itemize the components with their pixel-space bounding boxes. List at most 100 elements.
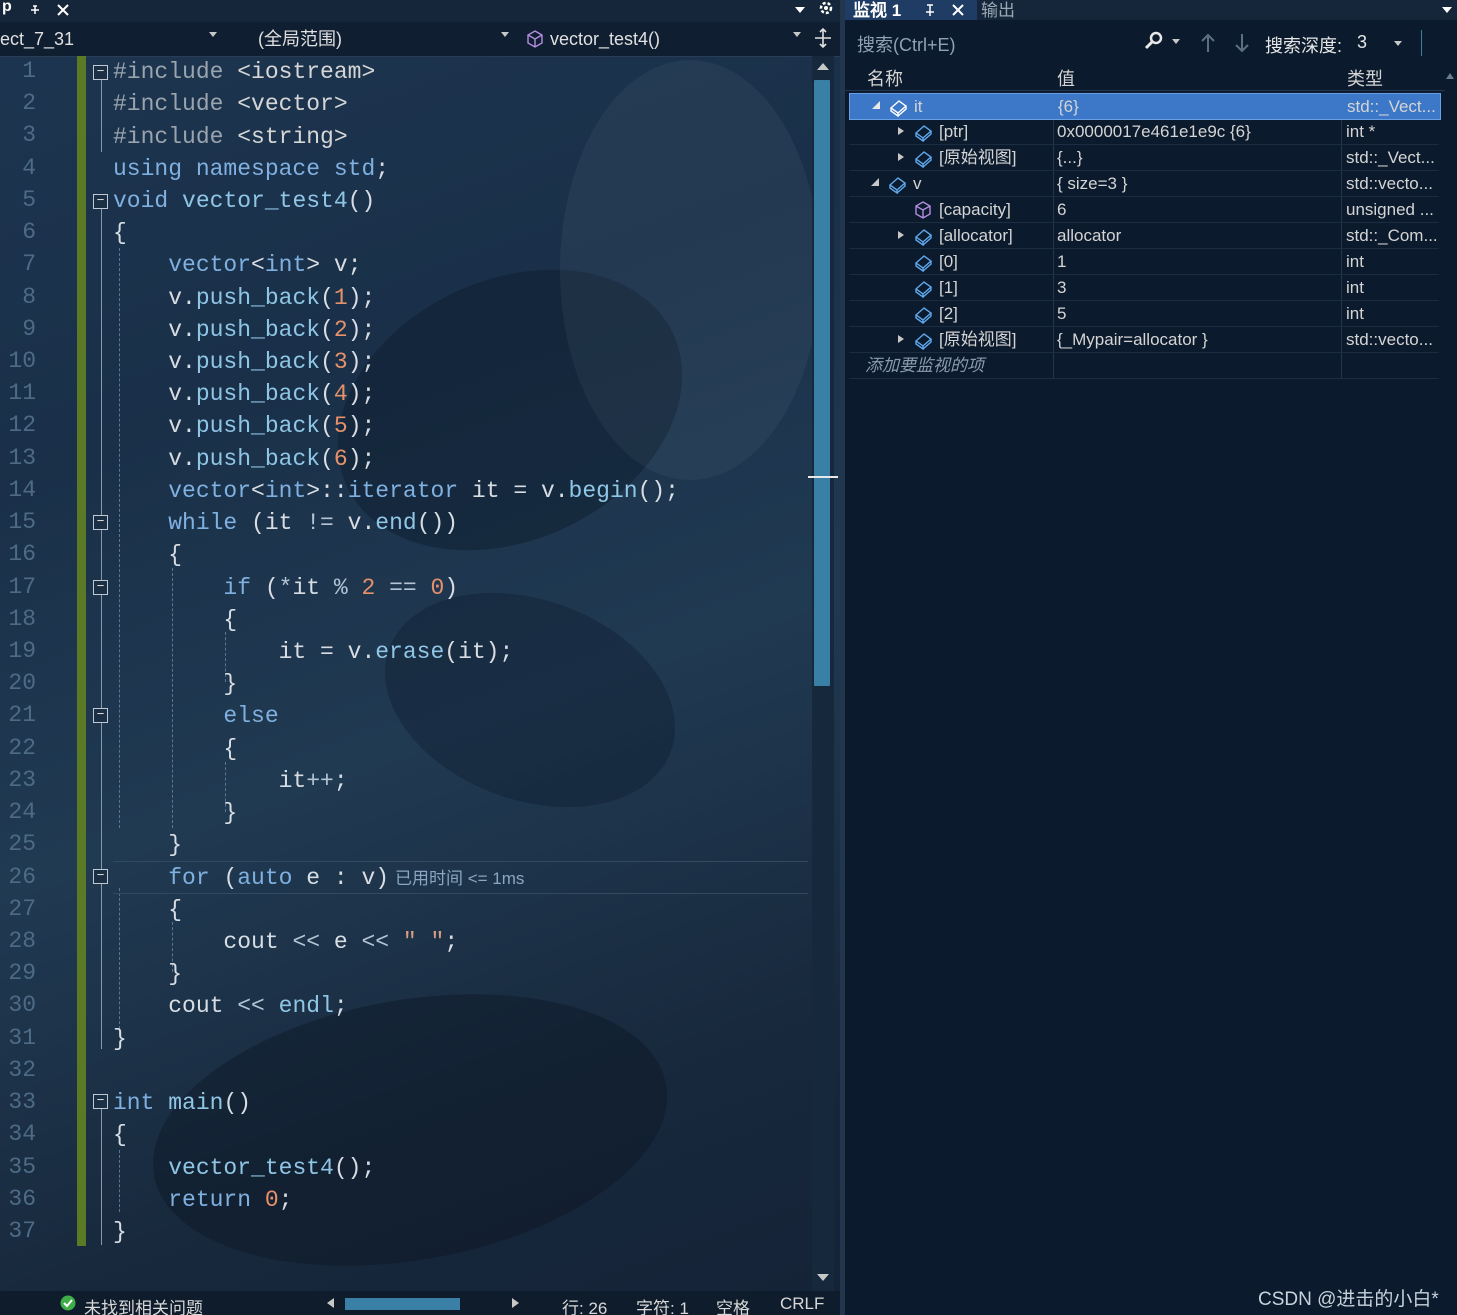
horizontal-scroll-thumb[interactable]: [345, 1298, 460, 1310]
line-number: 29: [8, 960, 36, 986]
function-dropdown[interactable]: vector_test4(): [550, 26, 660, 52]
column-type[interactable]: 类型: [1347, 65, 1383, 91]
char-indicator[interactable]: 字符: 1: [636, 1294, 689, 1315]
watch-row[interactable]: [ptr] 0x0000017e461e1e9c {6} int *: [849, 119, 1439, 145]
add-watch-row[interactable]: 添加要监视的项: [849, 353, 1439, 379]
tab-watch-1[interactable]: 监视 1: [845, 0, 977, 20]
watch-value[interactable]: 0x0000017e461e1e9c {6}: [1057, 119, 1251, 144]
watch-value[interactable]: { size=3 }: [1057, 171, 1127, 196]
vertical-scrollbar[interactable]: [808, 56, 838, 1291]
variable-icon: [888, 177, 907, 194]
column-value[interactable]: 值: [1057, 65, 1075, 91]
watch-row[interactable]: [原始视图] {...} std::_Vect...: [849, 145, 1439, 171]
collapse-icon[interactable]: −: [93, 65, 108, 80]
pin-icon[interactable]: [923, 3, 937, 17]
line-number: 26: [8, 864, 36, 890]
line-number: 13: [8, 445, 36, 471]
search-input[interactable]: 搜索(Ctrl+E): [857, 31, 956, 57]
collapsed-arrow-icon[interactable]: [897, 334, 905, 344]
scroll-down-icon[interactable]: [816, 1272, 830, 1282]
scroll-left-icon[interactable]: [326, 1297, 336, 1309]
watch-row[interactable]: [2] 5 int: [849, 301, 1439, 327]
watch-row[interactable]: v { size=3 } std::vecto...: [849, 171, 1439, 197]
collapsed-arrow-icon[interactable]: [897, 230, 905, 240]
search-depth-select[interactable]: 3: [1351, 29, 1411, 57]
add-watch-placeholder[interactable]: 添加要监视的项: [865, 353, 984, 378]
scroll-up-icon[interactable]: [816, 62, 830, 72]
watch-value[interactable]: 3: [1057, 275, 1066, 300]
expanded-arrow-icon[interactable]: [871, 100, 881, 110]
watch-row[interactable]: [capacity] 6 unsigned ...: [849, 197, 1439, 223]
chevron-down-icon[interactable]: [500, 30, 510, 38]
editor-tab-bar: p: [0, 0, 840, 22]
line-number: 23: [8, 767, 36, 793]
project-dropdown[interactable]: ect_7_31: [0, 26, 74, 52]
chevron-down-icon[interactable]: [1171, 38, 1181, 46]
collapse-icon[interactable]: −: [93, 580, 108, 595]
collapse-icon[interactable]: −: [93, 1094, 108, 1109]
line-number: 18: [8, 606, 36, 632]
scope-dropdown[interactable]: (全局范围): [258, 26, 342, 52]
code-line: it = v.erase(it);: [113, 639, 514, 665]
pin-icon[interactable]: [28, 3, 42, 17]
issues-status[interactable]: 未找到相关问题: [84, 1294, 203, 1315]
line-number: 20: [8, 670, 36, 696]
perf-tip[interactable]: 已用时间 <= 1ms: [395, 864, 524, 889]
chevron-down-icon[interactable]: [794, 5, 806, 15]
watch-value[interactable]: 5: [1057, 301, 1066, 326]
collapsed-arrow-icon[interactable]: [897, 152, 905, 162]
variable-icon: [914, 333, 933, 350]
code-line: while (it != v.end()): [168, 510, 459, 536]
search-depth-value: 3: [1357, 32, 1368, 52]
split-icon[interactable]: [814, 28, 832, 48]
watch-row[interactable]: [allocator] allocator std::_Com...: [849, 223, 1439, 249]
code-editor[interactable]: p ect_7_31 (全局范围) vector_test4() 1 2 3 4…: [0, 0, 840, 1315]
scroll-thumb[interactable]: [814, 80, 830, 686]
close-icon[interactable]: [951, 3, 965, 17]
line-number: 15: [8, 509, 36, 535]
code-line: v.push_back(5);: [113, 413, 376, 439]
chevron-down-icon[interactable]: [1441, 5, 1453, 15]
code-line: {: [113, 736, 238, 762]
watch-value[interactable]: {_Mypair=allocator }: [1057, 327, 1208, 352]
scroll-right-icon[interactable]: [510, 1297, 520, 1309]
collapse-icon[interactable]: −: [93, 515, 108, 530]
watch-row[interactable]: [0] 1 int: [849, 249, 1439, 275]
code-line: }: [113, 671, 238, 697]
watch-row[interactable]: [原始视图] {_Mypair=allocator } std::vecto..…: [849, 327, 1439, 353]
line-number: 28: [8, 928, 36, 954]
tab-output[interactable]: 输出: [981, 0, 1015, 21]
navigation-bar: ect_7_31 (全局范围) vector_test4(): [0, 22, 840, 57]
watch-value[interactable]: 1: [1057, 249, 1066, 274]
collapsed-arrow-icon[interactable]: [897, 126, 905, 136]
collapse-icon[interactable]: −: [93, 194, 108, 209]
watch-value[interactable]: 6: [1057, 197, 1066, 222]
watch-row[interactable]: it {6} std::_Vect...: [849, 93, 1441, 120]
gear-icon[interactable]: [818, 0, 834, 16]
watch-name: [1]: [939, 278, 958, 297]
arrow-down-icon[interactable]: [1233, 32, 1251, 54]
eol-indicator[interactable]: CRLF: [780, 1294, 824, 1314]
line-number: 3: [22, 122, 36, 148]
watch-value[interactable]: allocator: [1057, 223, 1121, 248]
search-icon[interactable]: [1143, 30, 1165, 52]
code-line: #include <iostream>: [113, 59, 376, 85]
line-indicator[interactable]: 行: 26: [562, 1294, 607, 1315]
watch-row[interactable]: [1] 3 int: [849, 275, 1439, 301]
column-name[interactable]: 名称: [867, 65, 903, 91]
editor-tab-label[interactable]: p: [2, 0, 12, 16]
watch-type: std::vecto...: [1346, 174, 1433, 193]
chevron-down-icon[interactable]: [208, 30, 218, 38]
expanded-arrow-icon[interactable]: [870, 177, 880, 187]
collapse-icon[interactable]: −: [93, 708, 108, 723]
whitespace-indicator[interactable]: 空格: [716, 1294, 750, 1315]
line-number: 21: [8, 702, 36, 728]
close-icon[interactable]: [56, 3, 70, 17]
watch-value[interactable]: {...}: [1057, 145, 1083, 170]
arrow-up-icon[interactable]: [1199, 32, 1217, 54]
collapse-icon[interactable]: −: [93, 869, 108, 884]
watch-type: int: [1346, 252, 1364, 271]
chevron-down-icon[interactable]: [792, 30, 802, 38]
code-line: }: [113, 1219, 127, 1245]
watch-value[interactable]: {6}: [1058, 94, 1079, 119]
